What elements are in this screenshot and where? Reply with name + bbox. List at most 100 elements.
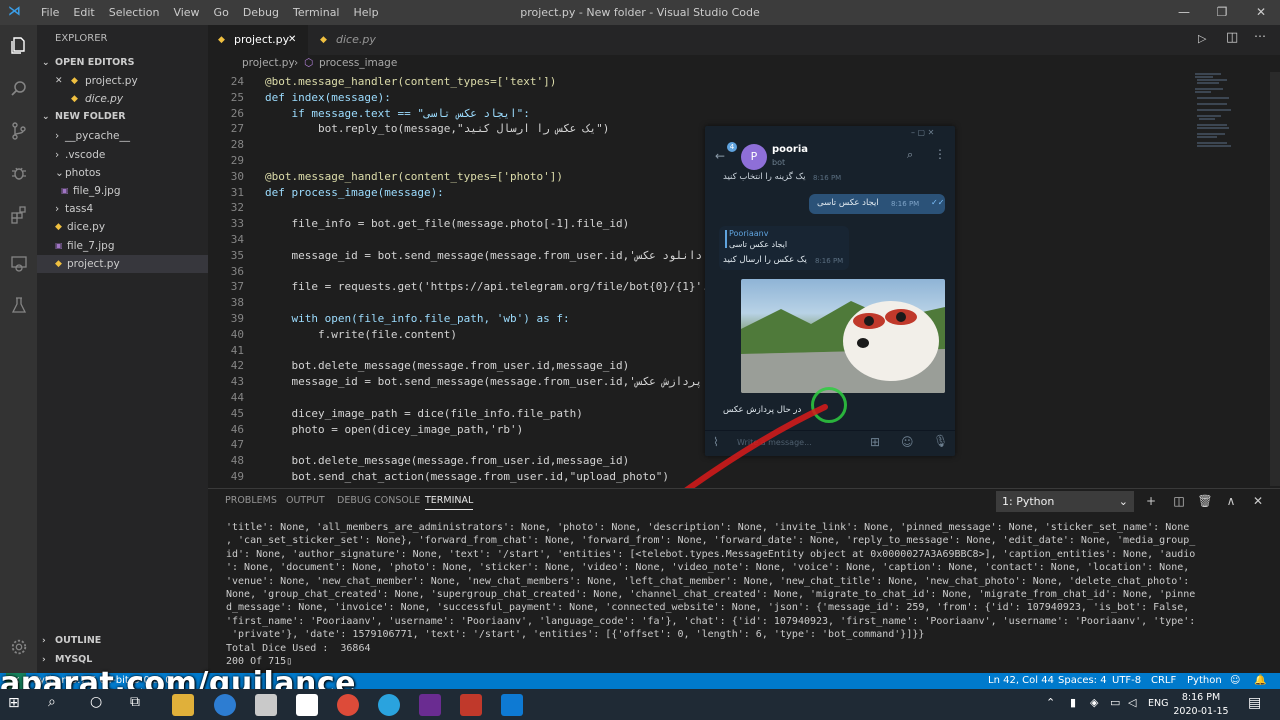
tree-folder-photos[interactable]: ⌄ photos [37,164,208,182]
minimap[interactable] [1193,72,1253,152]
test-icon[interactable] [0,287,37,323]
store-icon[interactable] [255,694,277,716]
tree-file-file9[interactable]: ▣ file_9.jpg [37,182,208,200]
telegram-icon[interactable] [378,694,400,716]
close-icon[interactable]: ✕ [288,25,296,55]
more-vertical-icon[interactable]: ⋮ [934,147,946,161]
volume-icon[interactable]: ◁ [1128,696,1136,709]
message-input[interactable]: Write a message... [737,438,812,447]
settings-gear-icon[interactable] [0,629,37,665]
attach-paperclip-icon[interactable]: ⌇ [713,435,719,449]
tab-dice[interactable]: ◆ dice.py [308,25,400,55]
more-actions-icon[interactable]: ⋯ [1254,29,1266,43]
cortana-icon[interactable]: ○ [90,694,112,716]
code-line[interactable]: f.write(file.content) [265,327,457,343]
back-arrow-icon[interactable]: ← [715,149,725,163]
new-folder-header[interactable]: ⌄ NEW FOLDER [37,108,208,126]
menu-edit[interactable]: Edit [66,6,101,19]
app-icon[interactable] [460,694,482,716]
photoshop-icon[interactable] [419,694,441,716]
code-line[interactable]: bot.send_chat_action(message.from_user.i… [265,469,669,485]
menu-selection[interactable]: Selection [102,6,167,19]
tab-terminal[interactable]: TERMINAL [425,495,474,510]
minimize-button[interactable]: — [1165,0,1203,25]
code-line[interactable]: photo = open(dicey_image_path,'rb') [265,422,523,438]
breadcrumb-file[interactable]: project.py [242,55,295,72]
tree-file-file7[interactable]: ▣ file_7.jpg [37,237,208,255]
notifications-bell-icon[interactable]: 🔔 [1254,673,1266,689]
code-line[interactable]: message_id = bot.send_message(message.fr… [265,374,702,390]
maximize-button[interactable]: ❐ [1203,0,1241,25]
action-center-icon[interactable]: ▤ [1248,695,1261,711]
code-line[interactable]: @bot.message_handler(content_types=['tex… [265,74,556,90]
tab-project[interactable]: ◆ project.py ✕ [208,25,308,55]
mail-icon[interactable] [296,694,318,716]
menu-help[interactable]: Help [347,6,386,19]
telegram-window[interactable]: – ▢ ✕ ← 4 P pooria bot ⌕ ⋮ یک گزینه را ا… [705,126,955,456]
dog-photo-image[interactable] [741,279,945,393]
code-line[interactable]: def index(message): [265,90,391,106]
battery-icon[interactable]: ▭ [1110,696,1120,709]
file-explorer-icon[interactable] [172,694,194,716]
code-line[interactable]: if message.text == "ایجاد عکس تاسی": [265,106,529,122]
network-icon[interactable]: ◈ [1090,696,1098,709]
tray-up-icon[interactable]: ⌃ [1046,696,1055,709]
code-line[interactable]: def process_image(message): [265,185,444,201]
run-icon[interactable]: ▷ [1198,32,1206,45]
reply-message-bubble[interactable]: Pooriaanv ایجاد عکس تاسی یک عکس را ارسال… [719,226,849,270]
close-window-button[interactable]: ✕ [1242,0,1280,25]
tree-folder-tass4[interactable]: › tass4 [37,200,208,218]
edge-browser-icon[interactable] [214,694,236,716]
search-icon[interactable]: ⌕ [48,694,70,716]
microphone-icon[interactable]: 🎙 [933,434,948,448]
code-line[interactable]: message_id = bot.send_message(message.fr… [265,248,702,264]
windows-start-icon[interactable]: ⊞ [8,695,30,717]
terminal-select[interactable]: 1: Python ⌄ [996,491,1134,512]
tab-debug-console[interactable]: DEBUG CONSOLE [337,495,420,506]
kill-terminal-button[interactable]: 🗑 [1196,492,1214,510]
open-editor-dice[interactable]: ◆ dice.py [37,90,208,108]
close-panel-button[interactable]: ✕ [1249,492,1267,510]
encoding[interactable]: UTF-8 [1112,673,1141,689]
code-line[interactable]: bot.delete_message(message.from_user.id,… [265,358,629,374]
code-line[interactable]: bot.reply_to(message,"یک عکس را ارسال کن… [265,121,609,137]
code-line[interactable]: file_info = bot.get_file(message.photo[-… [265,216,629,232]
avatar[interactable]: P [741,144,767,170]
outline-header[interactable]: › OUTLINE [37,632,208,650]
code-line[interactable]: bot.delete_message(message.from_user.id,… [265,453,629,469]
menu-view[interactable]: View [166,6,206,19]
split-editor-icon[interactable]: ◫ [1226,30,1238,45]
tree-folder-vscode[interactable]: › .vscode [37,146,208,164]
debug-icon[interactable] [0,155,37,191]
new-terminal-button[interactable]: + [1142,492,1160,510]
chat-name[interactable]: pooria [772,144,808,155]
chrome-icon[interactable] [337,694,359,716]
search-icon[interactable]: ⌕ [907,148,913,162]
code-line[interactable]: @bot.message_handler(content_types=['pho… [265,169,563,185]
menu-file[interactable]: File [34,6,66,19]
bot-commands-icon[interactable]: ⊞ [870,435,880,449]
tab-output[interactable]: OUTPUT [286,495,325,506]
search-icon[interactable] [0,71,37,107]
clock[interactable]: 8:16 PM 2020-01-15 [1166,691,1236,719]
language-mode[interactable]: Python [1187,673,1222,689]
usb-icon[interactable]: ▮ [1070,696,1076,709]
maximize-panel-button[interactable]: ∧ [1222,492,1240,510]
tree-file-project[interactable]: ◆ project.py [37,255,208,273]
tab-problems[interactable]: PROBLEMS [225,495,277,506]
remote-icon[interactable] [0,245,37,281]
vscode-icon[interactable] [501,694,523,716]
code-line[interactable]: with open(file_info.file_path, 'wb') as … [265,311,569,327]
line-endings[interactable]: CRLF [1151,673,1176,689]
task-view-icon[interactable]: ⧉ [130,694,152,716]
source-control-icon[interactable] [0,113,37,149]
feedback-icon[interactable]: ☺ [1230,673,1240,689]
extensions-icon[interactable] [0,197,37,233]
emoji-icon[interactable]: ☺ [901,435,914,449]
indentation[interactable]: Spaces: 4 [1058,673,1107,689]
tree-folder-pycache[interactable]: › __pycache__ [37,127,208,145]
code-line[interactable]: dicey_image_path = dice(file_info.file_p… [265,406,582,422]
split-terminal-button[interactable]: ◫ [1170,492,1188,510]
telegram-window-controls[interactable]: – ▢ ✕ [911,128,934,137]
editor-scrollbar[interactable] [1270,72,1280,486]
